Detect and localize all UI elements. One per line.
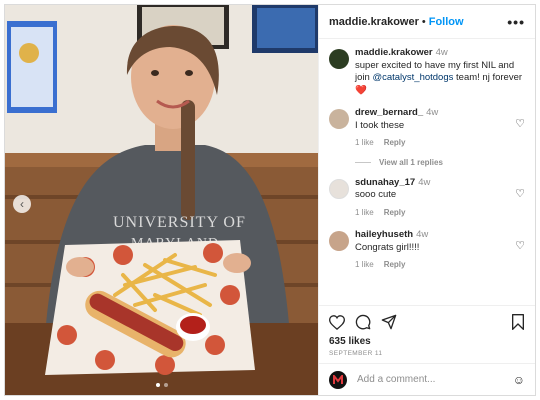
view-replies-button[interactable]: View all 1 replies bbox=[355, 158, 525, 167]
comment-username[interactable]: sdunahay_17 bbox=[355, 177, 415, 188]
caption-text-after: team! nj forever bbox=[453, 72, 523, 83]
comment-icon[interactable] bbox=[355, 314, 371, 330]
avatar[interactable] bbox=[329, 231, 349, 251]
comment-meta: 1 like Reply bbox=[355, 207, 525, 220]
photo-scene: UNIVERSITY OF MARYLAND bbox=[5, 5, 318, 395]
post-header: maddie.krakower • Follow ••• bbox=[319, 5, 535, 39]
heart-icon[interactable]: ♡ bbox=[515, 187, 525, 200]
heart-icon[interactable]: ♡ bbox=[515, 239, 525, 252]
comment-likes[interactable]: 1 like bbox=[355, 260, 374, 269]
chevron-left-icon: ‹ bbox=[20, 197, 24, 211]
share-icon[interactable] bbox=[381, 314, 397, 330]
post-sidebar: maddie.krakower • Follow ••• maddie.krak… bbox=[318, 5, 535, 395]
follow-button[interactable]: Follow bbox=[429, 16, 464, 28]
author-username[interactable]: maddie.krakower bbox=[329, 16, 419, 28]
more-icon[interactable]: ••• bbox=[507, 14, 525, 30]
comment-body: drew_bernard_ 4w I took these 1 like Reply bbox=[355, 107, 525, 150]
comment-text: sooo cute bbox=[355, 189, 397, 200]
comment-likes[interactable]: 1 like bbox=[355, 208, 374, 217]
avatar[interactable] bbox=[329, 49, 349, 69]
comment-time: 4w bbox=[426, 107, 439, 118]
caption-emoji: ❤️ bbox=[355, 84, 367, 96]
comment-username[interactable]: haileyhuseth bbox=[355, 229, 413, 240]
comment-input[interactable] bbox=[357, 374, 513, 385]
carousel-indicator bbox=[5, 383, 318, 387]
bookmark-icon[interactable] bbox=[511, 314, 525, 330]
caption-mention[interactable]: @catalyst_hotdogs bbox=[372, 72, 453, 83]
current-user-avatar bbox=[329, 370, 347, 389]
reply-button[interactable]: Reply bbox=[384, 138, 406, 147]
header-separator: • bbox=[421, 15, 426, 28]
svg-text:UNIVERSITY OF: UNIVERSITY OF bbox=[113, 214, 246, 231]
comment-time: 4w bbox=[416, 229, 429, 240]
previous-photo-button[interactable]: ‹ bbox=[13, 195, 31, 213]
reply-button[interactable]: Reply bbox=[384, 208, 406, 217]
add-comment-bar: ☺ bbox=[319, 363, 535, 395]
comment-likes[interactable]: 1 like bbox=[355, 138, 374, 147]
action-bar: 635 likes SEPTEMBER 11 bbox=[319, 305, 535, 363]
post-dialog: UNIVERSITY OF MARYLAND bbox=[4, 4, 536, 396]
reply-button[interactable]: Reply bbox=[384, 260, 406, 269]
heart-icon[interactable] bbox=[329, 314, 345, 330]
comment-text: Congrats girl!!!! bbox=[355, 241, 420, 253]
carousel-dot-active bbox=[155, 383, 160, 387]
avatar[interactable] bbox=[329, 178, 349, 199]
comments-list[interactable]: maddie.krakower 4w super excited to have … bbox=[319, 39, 535, 305]
likes-count[interactable]: 635 likes bbox=[329, 336, 525, 347]
avatar[interactable] bbox=[329, 109, 349, 129]
action-icons bbox=[329, 314, 525, 330]
emoji-icon[interactable]: ☺ bbox=[513, 373, 525, 387]
post-photo[interactable]: UNIVERSITY OF MARYLAND bbox=[5, 5, 318, 395]
carousel-dot bbox=[163, 383, 168, 387]
caption-body: maddie.krakower 4w super excited to have … bbox=[355, 47, 525, 97]
comment-row: sdunahay_17 4w sooo cute 1 like Reply ♡ bbox=[329, 177, 525, 220]
comment-text: I took these bbox=[355, 119, 405, 131]
comment-meta: 1 like Reply bbox=[355, 259, 525, 272]
caption-username[interactable]: maddie.krakower bbox=[355, 47, 433, 58]
comment-username[interactable]: drew_bernard_ bbox=[355, 107, 423, 118]
post-date: SEPTEMBER 11 bbox=[329, 350, 383, 357]
maryland-m-icon bbox=[333, 374, 343, 384]
comment-body: haileyhuseth 4w Congrats girl!!!! 1 like R… bbox=[355, 229, 525, 272]
caption: maddie.krakower 4w super excited to have … bbox=[329, 47, 525, 97]
heart-icon[interactable]: ♡ bbox=[515, 117, 525, 130]
comment-row: drew_bernard_ 4w I took these 1 like Reply… bbox=[329, 107, 525, 150]
caption-time: 4w bbox=[435, 47, 448, 58]
comment-time: 4w bbox=[418, 176, 431, 188]
comment-meta: 1 like Reply bbox=[355, 137, 525, 150]
comment-body: sdunahay_17 4w sooo cute 1 like Reply bbox=[355, 177, 525, 220]
comment-row: haileyhuseth 4w Congrats girl!!!! 1 like R… bbox=[329, 229, 525, 272]
